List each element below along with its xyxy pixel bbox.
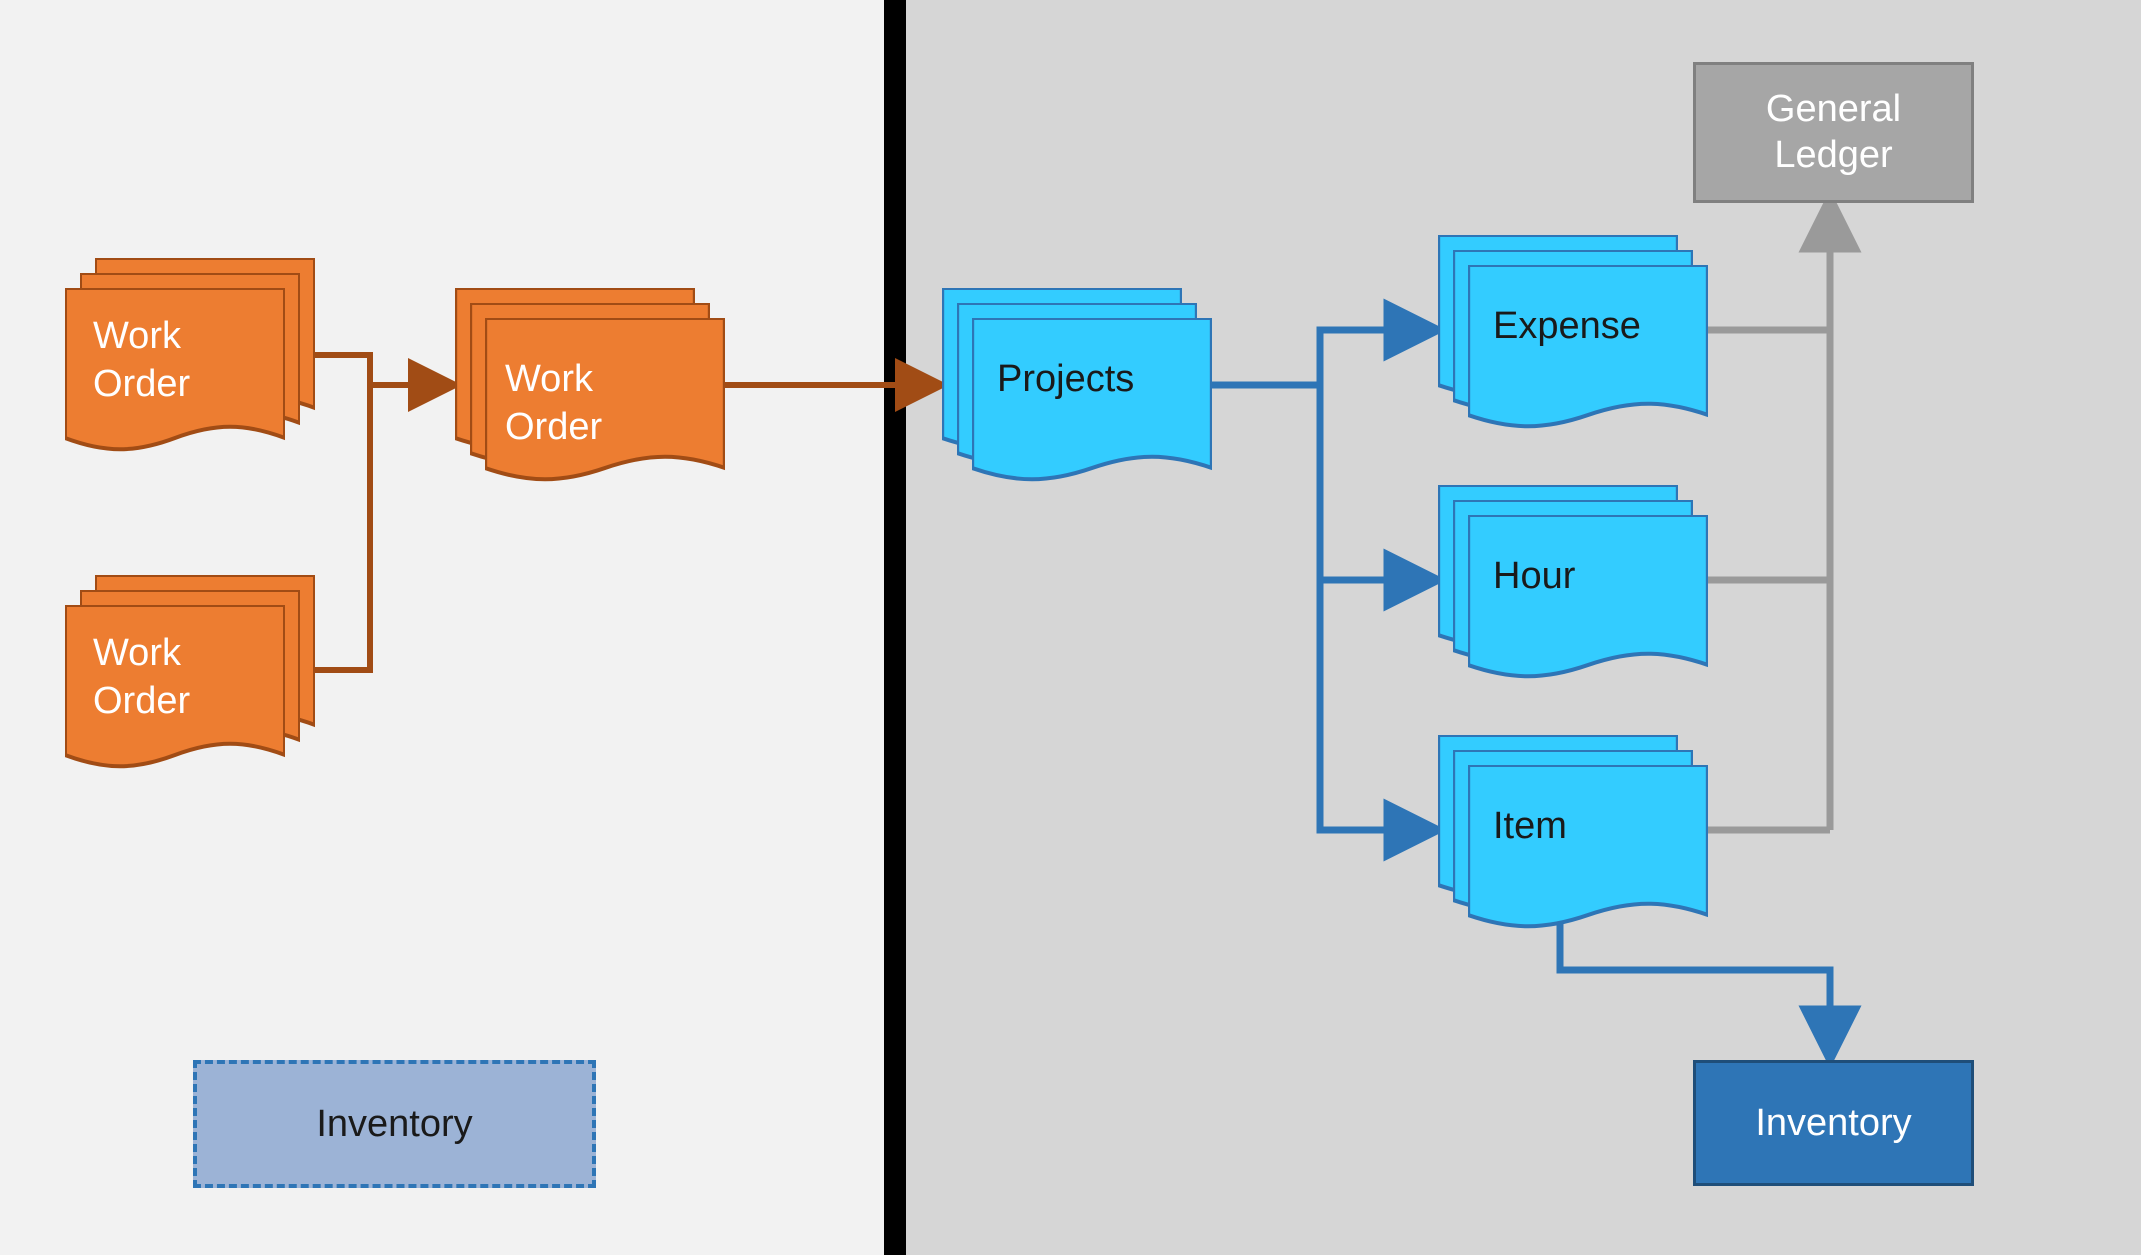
label-work-order-main: Work Order [505,356,602,451]
diagram-canvas: Work Order Work Order Work Order Invento… [0,0,2141,1255]
label-expense: Expense [1493,303,1641,351]
node-inventory-left: Inventory [193,1060,596,1188]
node-general-ledger: General Ledger [1693,62,1974,203]
label-item: Item [1493,803,1567,851]
label-inventory-right: Inventory [1755,1102,1911,1145]
label-projects: Projects [997,356,1134,404]
label-general-ledger: General Ledger [1766,87,1901,178]
label-inventory-left: Inventory [316,1103,472,1146]
label-work-order-1: Work Order [93,313,190,408]
node-inventory-right: Inventory [1693,1060,1974,1186]
label-work-order-2: Work Order [93,630,190,725]
label-hour: Hour [1493,553,1575,601]
panel-divider [884,0,906,1255]
